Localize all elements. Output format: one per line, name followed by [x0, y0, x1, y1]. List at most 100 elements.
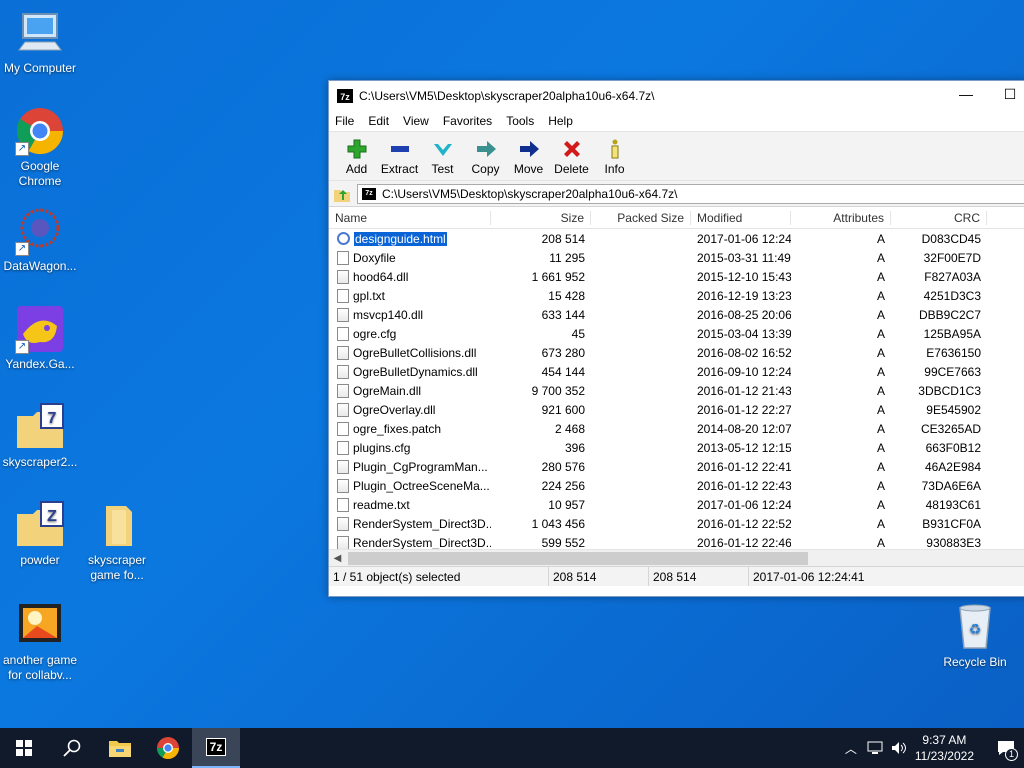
- move-label: Move: [513, 162, 544, 176]
- status-packed-size: 208 514: [649, 567, 749, 586]
- file-row[interactable]: designguide.html 208 514 2017-01-06 12:24 A…: [329, 229, 1024, 248]
- column-size[interactable]: Size: [491, 210, 591, 225]
- desktop-icon-label: skyscraper2...: [2, 455, 78, 469]
- file-list-header: Name Size Packed Size Modified Attribute…: [329, 207, 1024, 229]
- desktop-icon-skyscraper-archive[interactable]: 7 skyscraper2...: [0, 402, 80, 470]
- network-icon[interactable]: [867, 741, 883, 755]
- file-name: OgreBulletDynamics.dll: [353, 364, 478, 379]
- file-crc: 46A2E984: [924, 459, 981, 474]
- file-name: plugins.cfg: [353, 440, 411, 455]
- file-modified: 2016-08-02 16:52: [697, 345, 791, 360]
- file-attributes: A: [876, 288, 885, 303]
- file-row[interactable]: Plugin_OctreeSceneMa... 224 256 2016-01-12…: [329, 476, 1024, 495]
- file-name: OgreMain.dll: [353, 383, 422, 398]
- file-row[interactable]: ogre.cfg 45 2015-03-04 13:39 A 125BA95A: [329, 324, 1024, 343]
- start-button[interactable]: [0, 728, 48, 768]
- 7zip-taskbar-button[interactable]: 7z: [192, 728, 240, 768]
- clock-time: 9:37 AM: [922, 733, 967, 747]
- file-modified: 2016-01-12 22:43: [697, 478, 791, 493]
- desktop-icon-datawagon[interactable]: ↗ DataWagon...: [0, 206, 80, 274]
- folder-up-icon[interactable]: [333, 185, 351, 203]
- dll-file-icon: [337, 459, 349, 474]
- speaker-icon[interactable]: [891, 741, 907, 755]
- file-row[interactable]: RenderSystem_Direct3D... 599 552 2016-01-1…: [329, 533, 1024, 549]
- file-name: RenderSystem_Direct3D...: [353, 535, 491, 550]
- file-row[interactable]: Plugin_CgProgramMan... 280 576 2016-01-12 …: [329, 457, 1024, 476]
- minus-icon: [390, 146, 409, 152]
- file-size: 454 144: [541, 364, 585, 379]
- menu-favorites[interactable]: Favorites: [443, 114, 492, 128]
- column-packed-size[interactable]: Packed Size: [591, 210, 691, 225]
- status-modified: 2017-01-06 12:24:41: [753, 569, 865, 584]
- move-button[interactable]: Move: [507, 136, 550, 176]
- extract-button[interactable]: Extract: [378, 136, 421, 176]
- menu-help[interactable]: Help: [548, 114, 573, 128]
- copy-button[interactable]: Copy: [464, 136, 507, 176]
- notification-button[interactable]: 1: [988, 728, 1024, 768]
- file-name: hood64.dll: [353, 269, 409, 284]
- file-row[interactable]: OgreBulletDynamics.dll 454 144 2016-09-10 …: [329, 362, 1024, 381]
- maximize-button[interactable]: ☐: [995, 86, 1024, 106]
- system-tray: ︿ 9:37 AM 11/23/2022 1: [845, 728, 1024, 768]
- file-modified: 2015-03-31 11:49: [697, 250, 791, 265]
- file-attributes: A: [876, 364, 885, 379]
- file-modified: 2016-08-25 20:06: [697, 307, 791, 322]
- file-row[interactable]: gpl.txt 15 428 2016-12-19 13:23 A 4251D3C3: [329, 286, 1024, 305]
- desktop-icon-google-chrome[interactable]: ↗ Google Chrome: [0, 106, 80, 189]
- desktop-icon-my-computer[interactable]: My Computer: [0, 8, 80, 76]
- chevron-up-icon[interactable]: ︿: [845, 740, 857, 757]
- menu-tools[interactable]: Tools: [506, 114, 534, 128]
- shortcut-arrow-icon: ↗: [15, 340, 29, 354]
- test-button[interactable]: Test: [421, 136, 464, 176]
- file-row[interactable]: plugins.cfg 396 2013-05-12 12:15 A 663F0B12: [329, 438, 1024, 457]
- menu-edit[interactable]: Edit: [368, 114, 389, 128]
- desktop-icon-yandex-games[interactable]: ↗ Yandex.Ga...: [0, 304, 80, 372]
- file-row[interactable]: readme.txt 10 957 2017-01-06 12:24 A 48193C6…: [329, 495, 1024, 514]
- column-crc[interactable]: CRC: [891, 210, 987, 225]
- 7zip-file-manager-window[interactable]: 7z C:\Users\VM5\Desktop\skyscraper20alph…: [328, 80, 1024, 597]
- column-modified[interactable]: Modified: [691, 210, 791, 225]
- file-row[interactable]: OgreBulletCollisions.dll 673 280 2016-08-0…: [329, 343, 1024, 362]
- desktop-icon-another-game[interactable]: another game for collabv...: [0, 600, 80, 683]
- info-button[interactable]: Info: [593, 136, 636, 176]
- scrollbar-thumb[interactable]: [348, 551, 808, 565]
- file-crc: 32F00E7D: [923, 250, 981, 265]
- column-name[interactable]: Name: [329, 210, 491, 225]
- add-button[interactable]: Add: [335, 136, 378, 176]
- menu-view[interactable]: View: [403, 114, 429, 128]
- file-row[interactable]: OgreOverlay.dll 921 600 2016-01-12 22:27 A 9…: [329, 400, 1024, 419]
- desktop-icon-recycle-bin[interactable]: ♻ Recycle Bin: [935, 602, 1015, 670]
- minimize-button[interactable]: —: [951, 86, 981, 106]
- clock[interactable]: 9:37 AM 11/23/2022: [915, 732, 974, 764]
- scroll-left-icon[interactable]: ◀: [329, 553, 346, 564]
- search-button[interactable]: [48, 728, 96, 768]
- desktop-icon-skyscraper-game-folder[interactable]: skyscraper game fo...: [77, 500, 157, 583]
- menu-file[interactable]: File: [335, 114, 354, 128]
- file-list[interactable]: designguide.html 208 514 2017-01-06 12:24 A…: [329, 229, 1024, 549]
- file-row[interactable]: RenderSystem_Direct3D... 1 043 456 2016-01…: [329, 514, 1024, 533]
- address-path: C:\Users\VM5\Desktop\skyscraper20alpha10…: [382, 186, 678, 201]
- title-bar[interactable]: 7z C:\Users\VM5\Desktop\skyscraper20alph…: [329, 81, 1024, 111]
- file-name: readme.txt: [353, 497, 410, 512]
- file-row[interactable]: hood64.dll 1 661 952 2015-12-10 15:43 A F827…: [329, 267, 1024, 286]
- file-crc: DBB9C2C7: [918, 307, 981, 322]
- file-name: ogre_fixes.patch: [353, 421, 442, 436]
- chrome-taskbar-button[interactable]: [144, 728, 192, 768]
- file-explorer-taskbar-button[interactable]: [96, 728, 144, 768]
- delete-button[interactable]: Delete: [550, 136, 593, 176]
- dll-file-icon: [337, 383, 349, 398]
- desktop-icon-label: DataWagon...: [3, 259, 77, 273]
- file-row[interactable]: msvcp140.dll 633 144 2016-08-25 20:06 A DBB9…: [329, 305, 1024, 324]
- column-attributes[interactable]: Attributes: [791, 210, 891, 225]
- address-field[interactable]: 7z C:\Users\VM5\Desktop\skyscraper20alph…: [357, 183, 1024, 204]
- file-attributes: A: [876, 307, 885, 322]
- shortcut-arrow-icon: ↗: [15, 242, 29, 256]
- file-row[interactable]: ogre_fixes.patch 2 468 2014-08-20 12:07 A CE…: [329, 419, 1024, 438]
- file-attributes: A: [876, 250, 885, 265]
- x-icon: [563, 141, 580, 157]
- desktop-icon-powder[interactable]: Z powder: [0, 500, 80, 568]
- file-row[interactable]: OgreMain.dll 9 700 352 2016-01-12 21:43 A 3D…: [329, 381, 1024, 400]
- file-name: OgreBulletCollisions.dll: [353, 345, 477, 360]
- horizontal-scrollbar[interactable]: ◀: [329, 549, 1024, 566]
- file-row[interactable]: Doxyfile 11 295 2015-03-31 11:49 A 32F00E7D: [329, 248, 1024, 267]
